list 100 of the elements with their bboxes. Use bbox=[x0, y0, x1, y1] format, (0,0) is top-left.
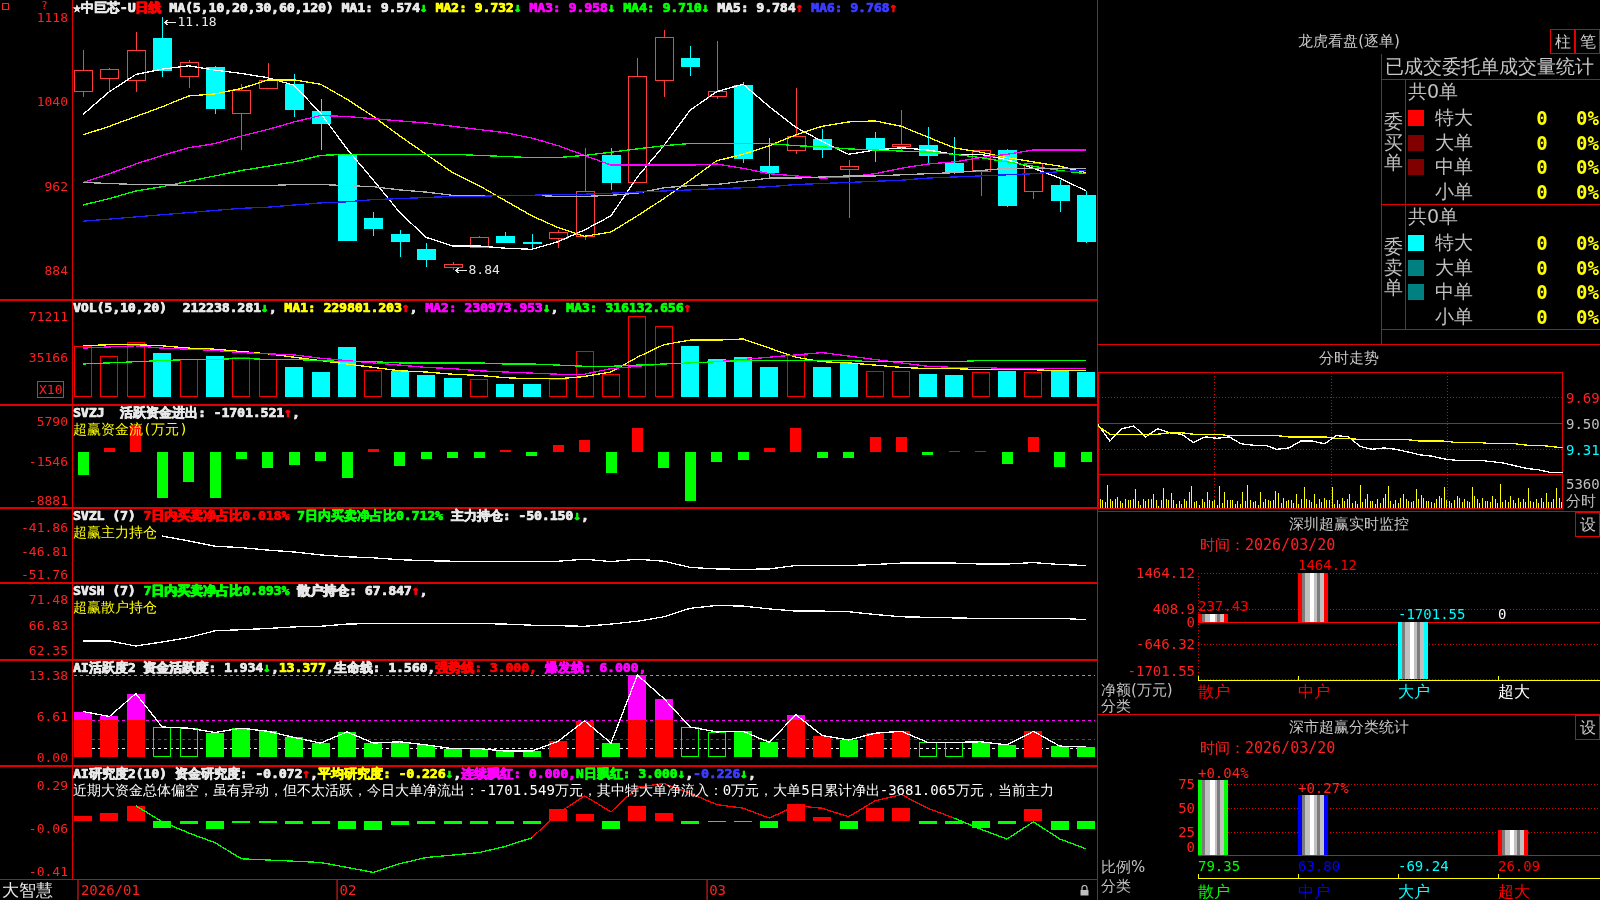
chart-bar bbox=[843, 452, 854, 458]
y-tick-label: 9.50 bbox=[1566, 415, 1600, 432]
price-label: 11.18 bbox=[177, 14, 217, 30]
candle bbox=[549, 229, 568, 249]
chart-bar bbox=[711, 452, 722, 462]
brand-label: 大智慧 bbox=[1, 880, 53, 900]
y-tick-label: 0.00 bbox=[36, 750, 68, 766]
chart-bar bbox=[127, 342, 145, 397]
y-tick-label: 9.69 bbox=[1566, 389, 1600, 406]
chart-bar bbox=[289, 452, 300, 465]
chart-bar bbox=[236, 452, 247, 459]
candle bbox=[945, 136, 964, 175]
chart-bar bbox=[1077, 372, 1095, 397]
chart-bar bbox=[232, 357, 250, 397]
candle bbox=[232, 83, 251, 151]
order-percent: 0% bbox=[1575, 281, 1599, 304]
chart-bar bbox=[840, 363, 858, 397]
chart-bar bbox=[813, 736, 831, 757]
chart-bar bbox=[866, 808, 884, 821]
chart-bar bbox=[342, 452, 353, 478]
chart-bar bbox=[78, 452, 89, 475]
chart-bar bbox=[364, 743, 382, 757]
chart-bar bbox=[866, 371, 884, 397]
chart-bar bbox=[417, 745, 435, 757]
chart-bar bbox=[206, 733, 224, 757]
y-tick-label: 13.38 bbox=[28, 667, 68, 683]
chart-bar bbox=[840, 740, 858, 757]
chart-bar bbox=[817, 452, 828, 458]
mode-button[interactable]: 笔 bbox=[1575, 28, 1600, 54]
candle bbox=[259, 62, 278, 89]
order-percent: 0% bbox=[1575, 181, 1599, 204]
chart-bar bbox=[523, 751, 541, 757]
chart-bar bbox=[681, 346, 699, 397]
chart-bar bbox=[606, 452, 617, 473]
order-size-label: 大单 bbox=[1435, 254, 1474, 280]
chart-bar bbox=[312, 372, 330, 397]
chart-bar bbox=[922, 452, 933, 455]
settings-button[interactable]: 设 bbox=[1575, 715, 1600, 740]
volume-label: 5360 bbox=[1566, 476, 1600, 492]
candle bbox=[180, 59, 199, 89]
y-tick-label: 35166 bbox=[28, 350, 68, 365]
y-tick-label: -646.32 bbox=[1136, 635, 1195, 652]
chart-bar bbox=[602, 374, 620, 397]
chart-bar bbox=[945, 375, 963, 397]
chart-bar bbox=[896, 437, 907, 452]
indicator-legend: SVZJ 活跃资金进出: -1701.521↑, bbox=[73, 406, 300, 419]
chart-bar bbox=[180, 728, 198, 757]
order-percent: 0% bbox=[1575, 131, 1599, 154]
mode-button[interactable]: 柱 bbox=[1550, 28, 1575, 54]
y-tick-label: 75 bbox=[1178, 775, 1195, 792]
chart-bar bbox=[1081, 452, 1092, 462]
y-tick-label: 6.61 bbox=[36, 709, 68, 725]
chart-bar bbox=[1024, 731, 1042, 757]
chart-bar bbox=[100, 813, 118, 821]
lock-icon[interactable] bbox=[1080, 885, 1089, 896]
category-label: 超大 bbox=[1498, 882, 1530, 900]
chart-bar bbox=[738, 452, 749, 460]
chart-bar bbox=[892, 371, 910, 397]
candle bbox=[100, 67, 119, 93]
y-tick-label: 0 bbox=[1186, 614, 1195, 631]
chart-bar bbox=[183, 452, 194, 482]
chart-bar bbox=[338, 732, 356, 757]
chart-bar bbox=[127, 720, 145, 757]
value-label: 26.09 bbox=[1498, 858, 1541, 874]
chart-bar bbox=[576, 351, 594, 397]
candle bbox=[681, 45, 700, 77]
y-tick-label: -0.06 bbox=[28, 820, 68, 836]
chart-bar bbox=[338, 821, 356, 829]
section-title: 深市超赢分类统计 bbox=[1289, 718, 1409, 737]
help-mark[interactable]: ? bbox=[41, 0, 48, 11]
chart-bar bbox=[312, 743, 330, 757]
order-percent: 0% bbox=[1575, 106, 1599, 129]
chart-bar bbox=[444, 749, 462, 757]
category-label: 中户 bbox=[1298, 682, 1330, 701]
chart-bar bbox=[1051, 371, 1069, 397]
chart-bar bbox=[998, 745, 1016, 757]
candle bbox=[153, 16, 172, 78]
order-size-label: 特大 bbox=[1435, 104, 1474, 130]
chart-bar bbox=[708, 732, 726, 757]
y-tick-label: 9.31 bbox=[1566, 441, 1600, 458]
chart-bar bbox=[417, 375, 435, 397]
chart-bar bbox=[470, 821, 488, 824]
candle bbox=[866, 131, 885, 163]
order-percent: 0% bbox=[1575, 231, 1599, 254]
change-label: +0.27% bbox=[1298, 779, 1349, 796]
settings-button[interactable]: 设 bbox=[1575, 512, 1600, 537]
chart-bar bbox=[364, 370, 382, 397]
order-count: 0 bbox=[1535, 281, 1549, 304]
chart-bar bbox=[549, 741, 567, 757]
candle bbox=[364, 211, 383, 237]
order-count: 0 bbox=[1535, 131, 1549, 154]
chart-bar bbox=[945, 821, 963, 824]
chart-bar bbox=[496, 751, 514, 757]
category-label: 大户 bbox=[1398, 882, 1430, 900]
chart-bar bbox=[787, 804, 805, 821]
order-count: 0 bbox=[1535, 306, 1549, 329]
chart-bar bbox=[628, 806, 646, 821]
chart-bar bbox=[526, 452, 537, 456]
candle bbox=[1051, 179, 1070, 212]
candle bbox=[1024, 161, 1043, 200]
